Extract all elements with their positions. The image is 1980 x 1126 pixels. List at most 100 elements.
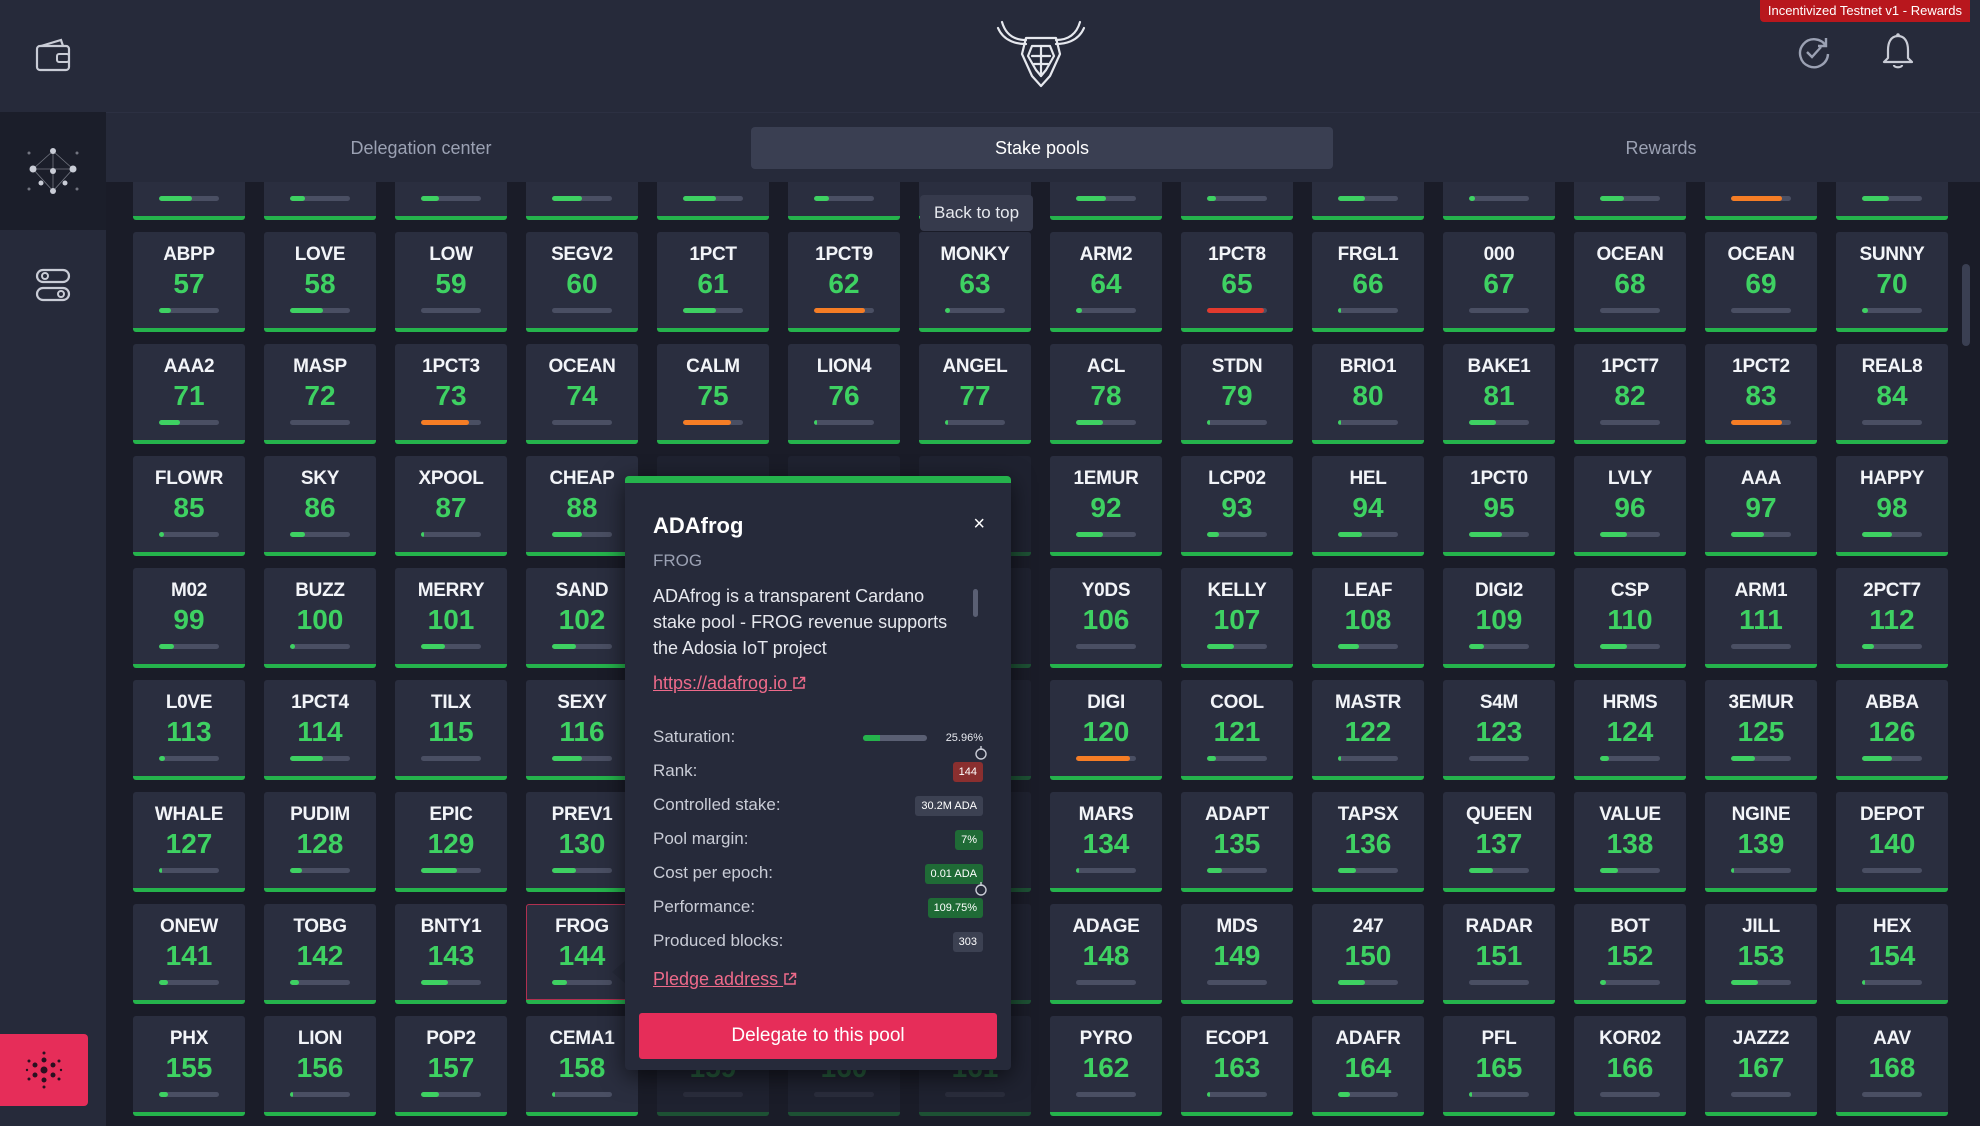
- pool-tile[interactable]: ABBA 126: [1836, 680, 1948, 780]
- pool-tile[interactable]: DEPOT 140: [1836, 792, 1948, 892]
- pool-tile[interactable]: VALUE 138: [1574, 792, 1686, 892]
- pool-tile[interactable]: AAA2 71: [133, 344, 245, 444]
- pledge-address-link[interactable]: Pledge address: [653, 969, 797, 990]
- sync-check-icon[interactable]: [1796, 34, 1832, 70]
- pool-tile[interactable]: ABPP 57: [133, 232, 245, 332]
- pool-tile[interactable]: XPOOL 87: [395, 456, 507, 556]
- delegate-to-pool-button[interactable]: Delegate to this pool: [639, 1013, 997, 1059]
- pool-tile[interactable]: BNTY1 143: [395, 904, 507, 1004]
- pool-tile[interactable]: ADAFR 164: [1312, 1016, 1424, 1116]
- pool-tile[interactable]: PREV1 130: [526, 792, 638, 892]
- pool-tile[interactable]: BUZZ 100: [264, 568, 376, 668]
- pool-tile[interactable]: SAND 102: [526, 568, 638, 668]
- pool-tile[interactable]: [1181, 182, 1293, 220]
- pool-tile[interactable]: FLOWR 85: [133, 456, 245, 556]
- pool-tile[interactable]: LVLY 96: [1574, 456, 1686, 556]
- back-to-top-button[interactable]: Back to top: [920, 195, 1034, 231]
- pool-tile[interactable]: OCEAN 68: [1574, 232, 1686, 332]
- pool-tile[interactable]: WHALE 127: [133, 792, 245, 892]
- pool-tile[interactable]: 000 67: [1443, 232, 1555, 332]
- pool-tile[interactable]: CEMA1 158: [526, 1016, 638, 1116]
- pool-tile[interactable]: Y0DS 106: [1050, 568, 1162, 668]
- pool-tile[interactable]: PUDIM 128: [264, 792, 376, 892]
- pool-tile[interactable]: JAZZ2 167: [1705, 1016, 1817, 1116]
- pool-tile[interactable]: FRGL1 66: [1312, 232, 1424, 332]
- pool-tile[interactable]: BRIO1 80: [1312, 344, 1424, 444]
- pool-tile[interactable]: PHX 155: [133, 1016, 245, 1116]
- pool-tile[interactable]: SKY 86: [264, 456, 376, 556]
- pool-tile[interactable]: ADAGE 148: [1050, 904, 1162, 1004]
- pool-tile[interactable]: OCEAN 69: [1705, 232, 1817, 332]
- pool-tile[interactable]: CHEAP 88: [526, 456, 638, 556]
- pool-tile[interactable]: LION 156: [264, 1016, 376, 1116]
- close-icon[interactable]: ×: [973, 513, 985, 536]
- pool-tile[interactable]: PFL 165: [1443, 1016, 1555, 1116]
- pool-tile[interactable]: AAV 168: [1836, 1016, 1948, 1116]
- pool-tile[interactable]: ANGEL 77: [919, 344, 1031, 444]
- pool-tile[interactable]: [1443, 182, 1555, 220]
- pool-tile[interactable]: [1574, 182, 1686, 220]
- pool-tile[interactable]: 1PCT8 65: [1181, 232, 1293, 332]
- pool-tile[interactable]: [1836, 182, 1948, 220]
- pool-tile[interactable]: HEX 154: [1836, 904, 1948, 1004]
- pool-tile[interactable]: MASP 72: [264, 344, 376, 444]
- tab-stake-pools[interactable]: Stake pools: [751, 127, 1333, 169]
- pool-tile[interactable]: DIGI 120: [1050, 680, 1162, 780]
- info-pin-icon[interactable]: [973, 881, 989, 897]
- pool-tile[interactable]: PYRO 162: [1050, 1016, 1162, 1116]
- pool-tile[interactable]: 247 150: [1312, 904, 1424, 1004]
- pool-tile[interactable]: [1705, 182, 1817, 220]
- pool-tile[interactable]: 1PCT4 114: [264, 680, 376, 780]
- pool-tile[interactable]: KOR02 166: [1574, 1016, 1686, 1116]
- pool-tile[interactable]: [133, 182, 245, 220]
- pool-tile[interactable]: [1050, 182, 1162, 220]
- pool-tile[interactable]: RADAR 151: [1443, 904, 1555, 1004]
- pool-tile[interactable]: SEXY 116: [526, 680, 638, 780]
- pool-tile[interactable]: OCEAN 74: [526, 344, 638, 444]
- pool-tile[interactable]: ECOP1 163: [1181, 1016, 1293, 1116]
- pool-tile[interactable]: 2PCT7 112: [1836, 568, 1948, 668]
- pool-tile[interactable]: LEAF 108: [1312, 568, 1424, 668]
- tab-rewards[interactable]: Rewards: [1346, 127, 1976, 169]
- pool-tile[interactable]: ONEW 141: [133, 904, 245, 1004]
- pool-tile[interactable]: ARM2 64: [1050, 232, 1162, 332]
- pool-tile[interactable]: KELLY 107: [1181, 568, 1293, 668]
- pool-tile[interactable]: [264, 182, 376, 220]
- pool-tile[interactable]: TOBG 142: [264, 904, 376, 1004]
- pool-homepage-link[interactable]: https://adafrog.io: [653, 673, 806, 694]
- pool-tile[interactable]: MARS 134: [1050, 792, 1162, 892]
- pool-tile[interactable]: DIGI2 109: [1443, 568, 1555, 668]
- pool-tile[interactable]: HEL 94: [1312, 456, 1424, 556]
- pool-tile[interactable]: [395, 182, 507, 220]
- pool-tile[interactable]: MASTR 122: [1312, 680, 1424, 780]
- pool-tile[interactable]: 1PCT7 82: [1574, 344, 1686, 444]
- pool-tile[interactable]: QUEEN 137: [1443, 792, 1555, 892]
- pool-tile[interactable]: 3EMUR 125: [1705, 680, 1817, 780]
- pool-tile[interactable]: EPIC 129: [395, 792, 507, 892]
- pool-tile[interactable]: [1312, 182, 1424, 220]
- pool-tile[interactable]: LOVE 58: [264, 232, 376, 332]
- grid-scrollbar-thumb[interactable]: [1962, 264, 1970, 346]
- pool-tile[interactable]: BOT 152: [1574, 904, 1686, 1004]
- pool-tile[interactable]: AAA 97: [1705, 456, 1817, 556]
- pool-tile[interactable]: ACL 78: [1050, 344, 1162, 444]
- pool-tile[interactable]: 1PCT3 73: [395, 344, 507, 444]
- pool-tile[interactable]: 1PCT2 83: [1705, 344, 1817, 444]
- pool-tile[interactable]: NGINE 139: [1705, 792, 1817, 892]
- pool-tile[interactable]: LOW 59: [395, 232, 507, 332]
- pool-tile[interactable]: CALM 75: [657, 344, 769, 444]
- pool-tile[interactable]: SEGV2 60: [526, 232, 638, 332]
- pool-tile[interactable]: FROG 144: [526, 904, 638, 1004]
- pool-tile[interactable]: CSP 110: [1574, 568, 1686, 668]
- description-scrollbar[interactable]: [973, 589, 978, 617]
- pool-tile[interactable]: MDS 149: [1181, 904, 1293, 1004]
- pool-tile[interactable]: S4M 123: [1443, 680, 1555, 780]
- pool-tile[interactable]: STDN 79: [1181, 344, 1293, 444]
- pool-tile[interactable]: M02 99: [133, 568, 245, 668]
- pool-tile[interactable]: L0VE 113: [133, 680, 245, 780]
- pool-tile[interactable]: LCP02 93: [1181, 456, 1293, 556]
- pool-tile[interactable]: 1PCT9 62: [788, 232, 900, 332]
- pool-tile[interactable]: 1PCT 61: [657, 232, 769, 332]
- pool-tile[interactable]: 1PCT0 95: [1443, 456, 1555, 556]
- ada-support-button[interactable]: [0, 1034, 88, 1106]
